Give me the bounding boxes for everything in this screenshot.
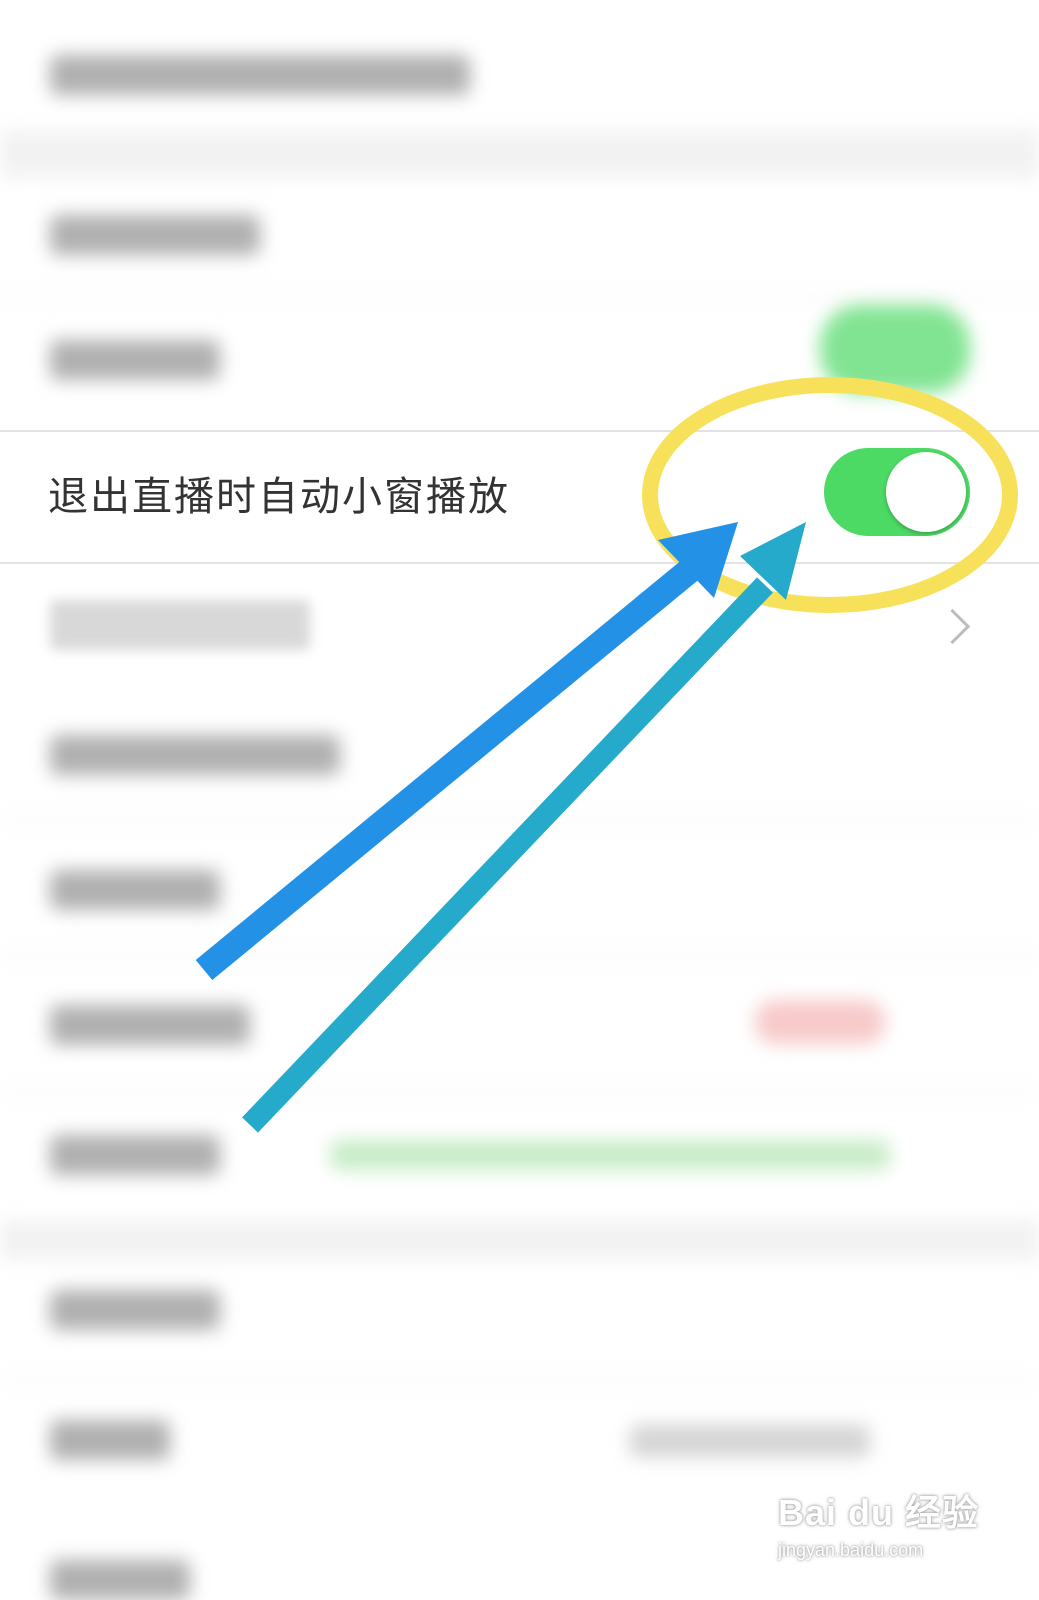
blurred-text bbox=[50, 1560, 190, 1600]
blurred-text bbox=[50, 1290, 220, 1330]
next-row-blurred-label bbox=[50, 600, 310, 650]
row-divider bbox=[0, 295, 1039, 297]
blurred-text bbox=[50, 340, 220, 380]
blurred-text bbox=[50, 735, 340, 775]
baidu-jingyan-watermark: Bai du 经验 jingyan.baidu.com bbox=[778, 1484, 1018, 1584]
blurred-badge bbox=[755, 1000, 885, 1044]
blurred-text bbox=[50, 1420, 170, 1460]
blurred-text bbox=[50, 870, 220, 910]
row-divider bbox=[0, 1380, 1039, 1382]
blurred-settings-background bbox=[0, 0, 1039, 1600]
blurred-text bbox=[630, 1425, 870, 1457]
watermark-logo-text: Bai du 经验 bbox=[778, 1492, 980, 1533]
blurred-toggle bbox=[820, 305, 970, 393]
row-divider bbox=[0, 955, 1039, 957]
blurred-text bbox=[50, 55, 470, 95]
blurred-text bbox=[50, 1135, 220, 1175]
row-divider bbox=[0, 1090, 1039, 1092]
section-divider bbox=[0, 1220, 1039, 1260]
watermark-url: jingyan.baidu.com bbox=[778, 1540, 924, 1560]
row-divider bbox=[0, 820, 1039, 822]
blurred-text bbox=[50, 215, 260, 255]
settings-screen: 退出直播时自动小窗播放 Bai du 经验 jingyan.baidu.com bbox=[0, 0, 1039, 1600]
setting-label: 退出直播时自动小窗播放 bbox=[48, 474, 510, 520]
blurred-text bbox=[50, 1005, 250, 1045]
toggle-knob bbox=[886, 452, 966, 532]
auto-pip-toggle[interactable] bbox=[824, 448, 970, 536]
blurred-progress bbox=[330, 1140, 890, 1170]
section-divider bbox=[0, 130, 1039, 178]
